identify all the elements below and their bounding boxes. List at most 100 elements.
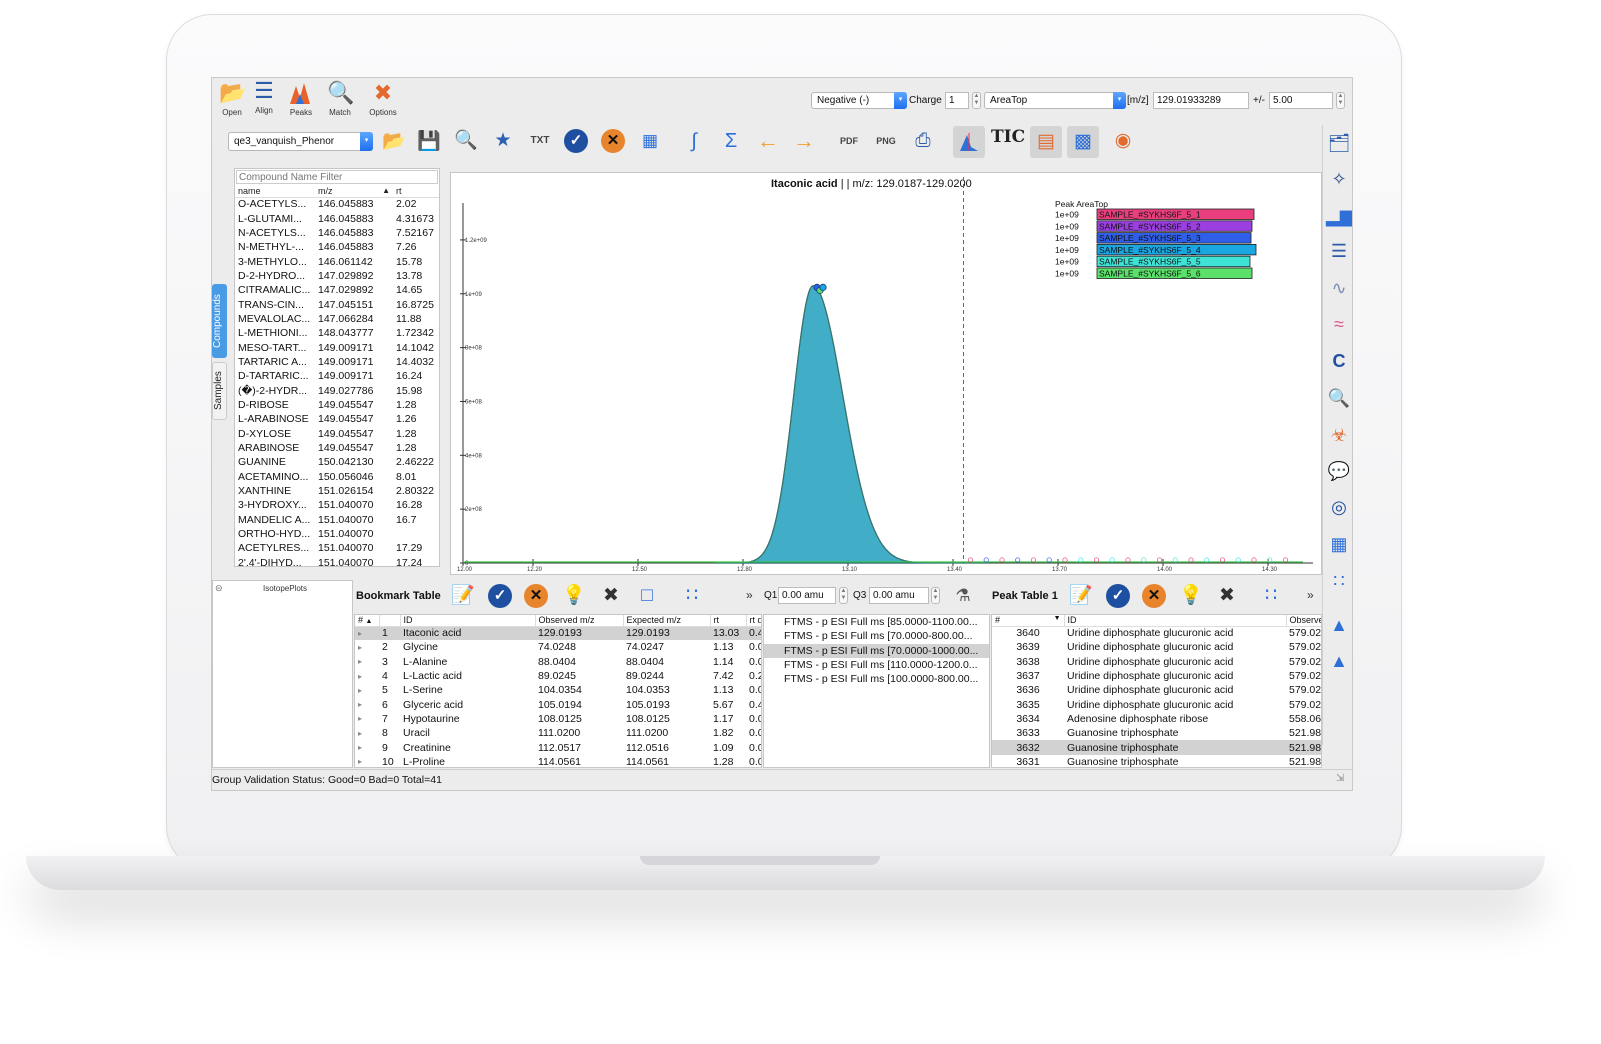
compound-row[interactable]: GUANINE 150.042130 2.46222	[235, 455, 439, 469]
peak-row[interactable]: 3633 Guanosine triphosphate 521.98	[992, 726, 1321, 740]
col-mz[interactable]: m/z ▲	[315, 186, 393, 198]
bookmark-scatter-icon[interactable]: ∷	[678, 582, 706, 610]
tab-compounds[interactable]: Compounds	[212, 284, 227, 358]
q1-input[interactable]: 0.00 amu	[778, 587, 836, 604]
line-plot-icon[interactable]: ∿	[1326, 275, 1352, 301]
bookmark-row[interactable]: ▸3 L-Alanine 88.0404 88.0404 1.14 0.02	[355, 655, 761, 669]
peak-hint-icon[interactable]: 💡	[1177, 582, 1205, 610]
compound-row[interactable]: O-ACETYLS... 146.045883 2.02	[235, 197, 439, 211]
bm-col-number[interactable]: # ▲	[355, 615, 380, 627]
more-chevron-icon[interactable]: »	[1307, 588, 1314, 602]
charge-input[interactable]: 1	[945, 92, 969, 109]
more-chevron-icon[interactable]: »	[746, 588, 753, 602]
q3-input[interactable]: 0.00 amu	[869, 587, 929, 604]
expand-arrow-icon[interactable]: ▸	[355, 626, 379, 641]
q1-stepper[interactable]: ▲ ▼	[839, 587, 848, 604]
scan-item[interactable]: FTMS - p ESI Full ms [110.0000-1200.0...	[764, 658, 989, 672]
peak-scatter-icon[interactable]: ∷	[1257, 582, 1285, 610]
tolerance-stepper[interactable]: ▲ ▼	[1336, 92, 1345, 109]
options-button[interactable]: ✖ Options	[363, 80, 403, 117]
expand-arrow-icon[interactable]: ▸	[355, 755, 379, 767]
compound-row[interactable]: MEVALOLAC... 147.066284 11.88	[235, 312, 439, 326]
compound-row[interactable]: L-METHIONI... 148.043777 1.72342	[235, 326, 439, 340]
sum-icon[interactable]: Σ	[717, 127, 745, 155]
sliders-icon[interactable]: ☰	[1326, 238, 1352, 264]
bm-col-observed[interactable]: Observed m/z	[535, 615, 624, 627]
compound-row[interactable]: TRANS-CIN... 147.045151 16.8725	[235, 297, 439, 311]
network-icon[interactable]: ◎	[1326, 494, 1352, 520]
mass-spec-icon[interactable]: ▲	[1326, 612, 1352, 638]
panel-close-icon[interactable]: ⊝	[215, 583, 223, 594]
bm-col-id[interactable]: ID	[400, 615, 536, 627]
project-select[interactable]: qe3_vanquish_Phenor ▾	[228, 132, 373, 151]
peak-row[interactable]: 3634 Adenosine diphosphate ribose 558.06	[992, 712, 1321, 726]
bookmark-row[interactable]: ▸10 L-Proline 114.0561 114.0561 1.28 0.01	[355, 755, 761, 767]
align-button[interactable]: ☰ Align	[244, 78, 284, 115]
load-project-icon[interactable]: 📂	[380, 128, 408, 156]
col-name[interactable]: name	[235, 186, 315, 198]
bm-col-expected[interactable]: Expected m/z	[623, 615, 711, 627]
peak-row[interactable]: 3639 Uridine diphosphate glucuronic acid 5…	[992, 640, 1321, 654]
integrate-icon[interactable]: ∫	[680, 127, 708, 155]
next-arrow-icon[interactable]: →	[790, 127, 818, 155]
mark-bad-icon[interactable]: ✕	[599, 127, 627, 155]
expand-arrow-icon[interactable]: ▸	[355, 683, 379, 697]
peak-export-icon[interactable]: 📝	[1067, 582, 1095, 610]
compound-filter-input[interactable]	[236, 170, 438, 184]
peak-icon[interactable]: ▲	[1326, 648, 1352, 674]
scatter-icon[interactable]: ∷	[1326, 568, 1352, 594]
previous-arrow-icon[interactable]: ←	[754, 127, 782, 155]
peak-row[interactable]: 3640 Uridine diphosphate glucuronic acid 5…	[992, 626, 1321, 640]
spectra-icon[interactable]: ▂▆	[1326, 203, 1352, 229]
tolerance-input[interactable]: 5.00	[1269, 92, 1333, 109]
bookmark-hint-icon[interactable]: 💡	[560, 582, 588, 610]
overlay-eic-icon[interactable]: ≈	[1326, 311, 1352, 337]
compound-row[interactable]: ACETYLRES... 151.040070 17.29	[235, 541, 439, 555]
scan-item[interactable]: FTMS - p ESI Full ms [70.0000-800.00...	[764, 629, 989, 643]
bookmark-row[interactable]: ▸8 Uracil 111.0200 111.0200 1.82 0.00	[355, 726, 761, 740]
resize-grip-icon[interactable]: ⇲	[1336, 773, 1344, 784]
peak-row[interactable]: 3638 Uridine diphosphate glucuronic acid 5…	[992, 655, 1321, 669]
pt-col-id[interactable]: ID	[1064, 615, 1287, 627]
bookmark-select-icon[interactable]: □	[633, 582, 661, 610]
mz-input[interactable]: 129.01933289	[1153, 92, 1249, 109]
chat-icon[interactable]: 💬	[1326, 458, 1352, 484]
isotope-plot-icon[interactable]: ◉	[1109, 127, 1137, 155]
peak-delete-icon[interactable]: ✖	[1213, 582, 1241, 610]
compound-row[interactable]: 3-HYDROXY... 151.040070 16.28	[235, 498, 439, 512]
samples-panel-icon[interactable]: 🗂	[1326, 130, 1352, 156]
export-png-icon[interactable]: PNG	[872, 127, 900, 155]
mark-good-icon[interactable]: ✓	[562, 127, 590, 155]
pt-col-number[interactable]: # ▼	[992, 615, 1065, 627]
bm-col-rt-delta[interactable]: rt de	[746, 615, 761, 627]
expand-arrow-icon[interactable]: ▸	[355, 640, 379, 654]
bookmark-delete-icon[interactable]: ✖	[597, 582, 625, 610]
peaks-button[interactable]: Peaks	[281, 80, 321, 117]
tab-samples[interactable]: Samples	[212, 362, 227, 420]
peak-row[interactable]: 3631 Guanosine triphosphate 521.98	[992, 755, 1321, 767]
fragment-search-icon[interactable]: ☣	[1326, 422, 1352, 448]
compound-row[interactable]: L-GLUTAMI... 146.045883 4.31673	[235, 211, 439, 225]
bar-plot-icon[interactable]: ▤	[1030, 126, 1062, 158]
peak-row[interactable]: 3637 Uridine diphosphate glucuronic acid 5…	[992, 669, 1321, 683]
sample-compare-icon[interactable]: ▦	[1326, 531, 1352, 557]
compound-row[interactable]: ORTHO-HYD... 151.040070	[235, 527, 439, 541]
expand-arrow-icon[interactable]: ▸	[355, 669, 379, 683]
compound-row[interactable]: N-METHYL-... 146.045883 7.26	[235, 240, 439, 254]
q3-stepper[interactable]: ▲ ▼	[931, 587, 940, 604]
compound-row[interactable]: L-ARABINOSE 149.045547 1.26	[235, 412, 439, 426]
print-icon[interactable]: ⎙	[909, 127, 937, 155]
box-plot-icon[interactable]: ▩	[1067, 126, 1099, 158]
export-pdf-icon[interactable]: PDF	[835, 127, 863, 155]
ionization-select[interactable]: Negative (-) ▾	[811, 92, 907, 109]
expand-arrow-icon[interactable]: ▸	[355, 726, 379, 740]
compare-samples-icon[interactable]: ▦	[636, 127, 664, 155]
bookmark-row[interactable]: ▸9 Creatinine 112.0517 112.0516 1.09 0.02	[355, 740, 761, 754]
bm-col-rt[interactable]: rt	[710, 615, 747, 627]
tic-button[interactable]: TIC	[991, 127, 1025, 147]
expand-arrow-icon[interactable]: ▸	[355, 740, 379, 754]
bookmark-bad-icon[interactable]: ✕	[522, 582, 550, 610]
scan-item[interactable]: FTMS - p ESI Full ms [85.0000-1100.00...	[764, 615, 989, 629]
pathway-icon[interactable]: ✧	[1326, 166, 1352, 192]
expand-arrow-icon[interactable]: ▸	[355, 655, 379, 669]
